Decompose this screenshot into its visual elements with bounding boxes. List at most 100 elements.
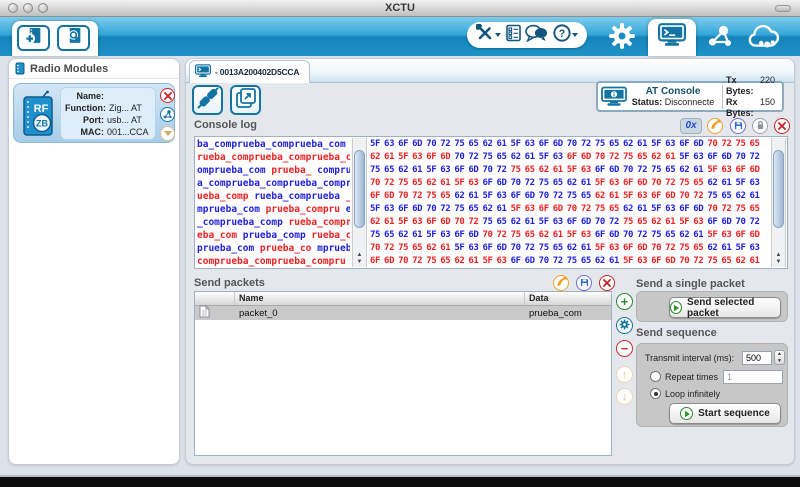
send-selected-packet-button[interactable]: Send selected packet [669,297,781,318]
remove-module-button[interactable] [160,88,175,103]
at-console-status-box: i AT Console Status: Disconnecte Tx Byte… [596,81,784,112]
move-packet-down-button[interactable]: ↓ [616,388,633,405]
toolbar-toggle-lozenge[interactable] [775,5,791,12]
console-panel: - 0013A200402D5CCA i AT Console Status: … [185,58,795,465]
module-expand-button[interactable] [160,126,175,141]
console-hex[interactable]: 5F 63 6F 6D 70 72 75 65 62 61 5F 63 6F 6… [370,138,765,267]
send-packets-title: Send packets [194,277,265,289]
gear-icon [608,22,636,55]
packet-row[interactable]: packet_0prueba_com [195,306,611,320]
rf-zb-module-icon: RF ZB [19,90,57,143]
help-icon: ? [553,24,571,47]
save-log-button[interactable] [730,118,746,134]
network-icon [704,24,735,55]
loop-infinitely-radio[interactable] [650,388,661,399]
console-log-line: 70 72 75 65 62 61 5F 63 6F 6D 70 72 75 6… [370,242,765,255]
main-toolbar: ? [0,17,800,56]
module-field-name: Name: [65,90,151,102]
load-packets-button[interactable] [553,275,569,291]
transmit-interval-input[interactable] [742,351,772,365]
network-mode-button[interactable] [704,24,735,55]
hex-scrollbar-arrows[interactable]: ▲▼ [772,252,785,266]
terminal-small-icon [195,64,211,80]
gear-small-icon [619,317,630,335]
packets-header-icon-col [195,292,235,305]
hex-scrollbar[interactable]: ▲▼ [771,138,786,267]
console-log-line: ueba_comp rueba_comprueba _co [197,190,350,203]
start-sequence-button[interactable]: Start sequence [669,403,781,424]
module-field-function: Function:Zig... AT [65,102,151,114]
monitor-info-icon: i [601,86,627,108]
packets-table-header: Name Data [195,292,611,306]
packet-data: prueba_com [525,308,611,319]
module-network-button[interactable] [160,107,175,122]
packets-table-body: packet_0prueba_com [195,306,611,320]
hex-view-toggle[interactable]: 0x [680,118,702,134]
discover-radio-modules-button[interactable] [57,25,90,51]
chat-icon [525,29,548,46]
edit-packet-button[interactable] [616,317,633,334]
remove-packet-button[interactable]: − [616,340,633,357]
packets-header-name: Name [235,292,525,305]
console-tabs-row: - 0013A200402D5CCA [186,59,794,83]
module-chip-icon [15,62,25,75]
rx-bytes: Rx Bytes:150 [726,97,779,119]
window-title: XCTU [0,2,800,14]
console-log-title: Console log [194,119,257,131]
cloud-mode-button[interactable] [746,25,784,56]
clear-packets-button[interactable] [599,275,615,291]
add-radio-module-button[interactable] [17,25,50,51]
packet-doc-icon [195,305,235,321]
configuration-mode-button[interactable] [608,22,636,55]
detach-window-icon [235,87,257,114]
connection-status: Status: Disconnecte [627,97,719,108]
terminal-icon [658,23,686,52]
console-tab-title: - 0013A200402D5CCA [215,67,299,77]
help-menu-button[interactable]: ? [553,24,578,47]
console-ascii[interactable]: ba_comprueba_comprueba_com p rueba_compr… [197,138,350,267]
svg-text:i: i [613,91,615,98]
repeat-times-input[interactable] [723,370,783,384]
ascii-scrollbar[interactable]: ▲▼ [352,138,367,267]
clear-log-button[interactable] [707,118,723,134]
single-packet-box: Send selected packet [636,291,788,322]
save-packets-button[interactable] [576,275,592,291]
move-packet-up-button[interactable]: ↑ [616,366,633,383]
close-log-button[interactable] [774,118,790,134]
play-icon [680,407,693,420]
xctu-window: XCTU [0,0,800,487]
tools-icon [476,24,494,47]
lock-scroll-button[interactable] [752,118,768,134]
packets-header-data: Data [525,292,611,305]
tools-menu-button[interactable] [476,24,501,47]
console-log-line: 5F 63 6F 6D 70 72 75 65 62 61 5F 63 6F 6… [370,138,765,151]
console-mode-tab[interactable] [648,19,696,56]
repeat-times-radio[interactable] [650,371,661,382]
search-module-icon [63,27,85,50]
console-type-title: AT Console [627,86,719,97]
send-sequence-box: Transmit interval (ms): ▲▼ Repeat times … [636,343,788,427]
add-packet-button[interactable]: + [616,293,633,310]
send-sequence-title: Send sequence [636,327,717,339]
detach-view-button[interactable] [230,85,261,115]
interval-stepper[interactable]: ▲▼ [774,350,785,365]
broom-icon [710,117,721,135]
profile-editor-button[interactable] [506,24,521,47]
module-actions-tab [12,21,98,56]
feedback-button[interactable] [525,24,548,47]
module-field-port: Port:usb... AT [65,114,151,126]
console-log-line: prueba_com prueba_co mprueba_ [197,242,350,255]
status-box-divider [722,85,723,109]
console-log-line: rueba_comprueba_comprueba_c [197,151,350,164]
close-icon [603,274,611,292]
ascii-scrollbar-arrows[interactable]: ▲▼ [353,252,366,266]
broom-icon [556,274,567,292]
console-device-tab[interactable]: - 0013A200402D5CCA [189,60,310,83]
console-log-box: ba_comprueba_comprueba_com p rueba_compr… [194,136,788,269]
connect-button[interactable] [192,85,223,115]
radio-module-card[interactable]: RF ZB Name: Function:Zig... AT Port:usb.… [13,83,175,143]
help-caret-icon [572,33,578,37]
ascii-scrollbar-thumb[interactable] [354,150,365,228]
tools-pill: ? [467,22,587,48]
hex-scrollbar-thumb[interactable] [773,150,784,228]
